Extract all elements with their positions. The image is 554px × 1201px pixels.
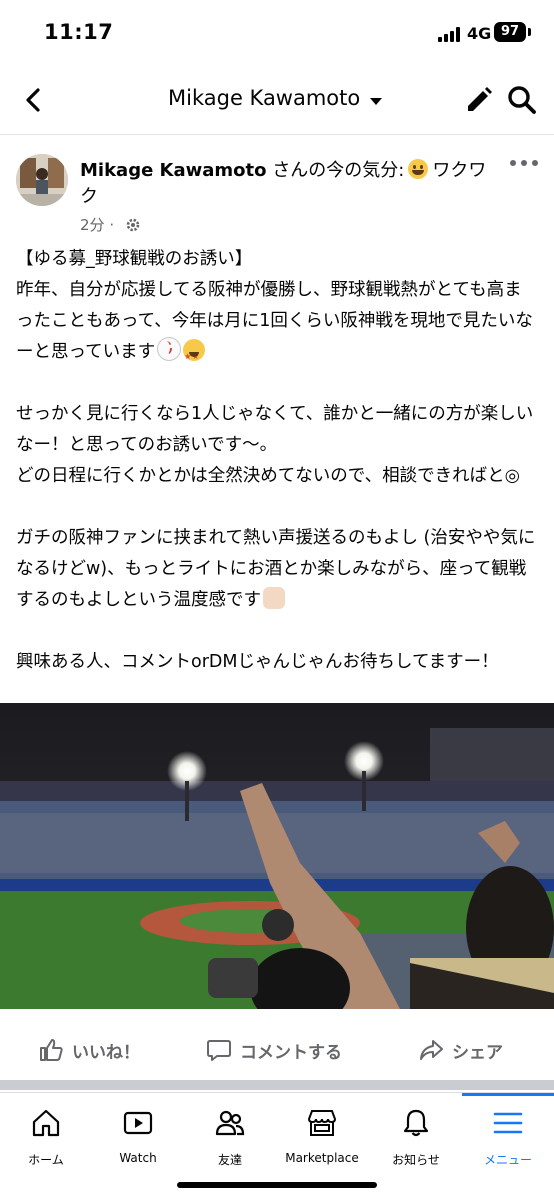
post-body: 【ゆる募_野球観戦のお誘い】 昨年、自分が応援してる阪神が優勝し、野球観戦熱がと… bbox=[16, 244, 538, 678]
grinning-face-icon bbox=[408, 159, 429, 179]
more-options-button[interactable] bbox=[510, 156, 540, 170]
post-text-paragraph: 興味ある人、コメントorDMじゃんじゃんお待ちしてますー！ bbox=[16, 652, 499, 672]
thumbs-up-icon bbox=[40, 1039, 63, 1061]
like-label: いいね！ bbox=[72, 1042, 140, 1063]
share-button[interactable]: シェア bbox=[418, 1020, 503, 1080]
chevron-left-icon bbox=[26, 88, 40, 112]
comment-icon bbox=[207, 1040, 231, 1061]
post-header: Mikage Kawamoto さんの今の気分: ワクワク 2分 · bbox=[0, 146, 554, 238]
author-line: Mikage Kawamoto さんの今の気分: ワクワク bbox=[80, 158, 490, 210]
status-bar: 11:17 4G 97 bbox=[0, 0, 554, 64]
post-photo[interactable] bbox=[0, 703, 554, 1009]
battery-tip bbox=[528, 28, 531, 36]
pencil-icon bbox=[468, 87, 492, 111]
tab-label: Watch bbox=[119, 1151, 157, 1165]
comment-button[interactable]: コメントする bbox=[206, 1020, 342, 1080]
tab-friends[interactable]: 友達 bbox=[184, 1093, 276, 1173]
author-name[interactable]: Mikage Kawamoto bbox=[80, 160, 267, 181]
back-button[interactable] bbox=[16, 82, 52, 118]
post-meta: 2分 · bbox=[80, 214, 141, 235]
tab-label: 友達 bbox=[217, 1153, 242, 1167]
tab-label: Marketplace bbox=[285, 1151, 359, 1165]
tab-marketplace[interactable]: Marketplace bbox=[276, 1093, 368, 1173]
search-button[interactable] bbox=[506, 84, 538, 116]
tab-label: メニュー bbox=[483, 1153, 532, 1167]
search-icon bbox=[508, 86, 536, 114]
friends-icon bbox=[215, 1110, 245, 1136]
feeling-prefix: さんの今の気分: bbox=[272, 160, 405, 181]
tab-menu[interactable]: メニュー bbox=[462, 1093, 554, 1173]
thumbs-up-icon bbox=[263, 587, 285, 609]
post-text-paragraph: せっかく見に行くなら1人じゃなくて、誰かと一緒にの方が楽しいなー！と思ってのお誘… bbox=[16, 404, 534, 455]
home-indicator[interactable] bbox=[177, 1182, 377, 1188]
network-type: 4G bbox=[467, 24, 492, 43]
tab-home[interactable]: ホーム bbox=[0, 1093, 92, 1173]
tab-label: ホーム bbox=[28, 1153, 64, 1167]
watch-icon bbox=[123, 1111, 153, 1135]
avatar[interactable] bbox=[16, 154, 68, 206]
gear-icon[interactable] bbox=[125, 217, 141, 233]
active-tab-indicator bbox=[462, 1093, 554, 1096]
battery-icon: 97 bbox=[494, 22, 526, 42]
post-action-bar: いいね！ コメントする シェア bbox=[0, 1020, 554, 1080]
bell-icon bbox=[403, 1109, 429, 1137]
section-divider bbox=[0, 1080, 554, 1090]
signal-icon bbox=[438, 26, 462, 42]
baseball-icon bbox=[157, 337, 182, 361]
post-text-heading: 【ゆる募_野球観戦のお誘い】 bbox=[16, 249, 253, 269]
home-icon bbox=[32, 1109, 60, 1137]
chevron-down-icon[interactable] bbox=[370, 98, 382, 105]
tab-watch[interactable]: Watch bbox=[92, 1093, 184, 1173]
share-label: シェア bbox=[452, 1042, 503, 1063]
app-header: Mikage Kawamoto bbox=[0, 64, 554, 135]
menu-icon bbox=[493, 1112, 523, 1134]
post-text-paragraph: 昨年、自分が応援してる阪神が優勝し、野球観戦熱がとても高まったこともあって、今年… bbox=[16, 280, 533, 362]
like-button[interactable]: いいね！ bbox=[38, 1020, 140, 1080]
tab-label: お知らせ bbox=[392, 1153, 440, 1167]
marketplace-icon bbox=[307, 1110, 337, 1136]
page-title[interactable]: Mikage Kawamoto bbox=[168, 86, 360, 110]
share-icon bbox=[420, 1040, 443, 1060]
post-time[interactable]: 2分 bbox=[80, 216, 105, 234]
tab-notifications[interactable]: お知らせ bbox=[370, 1093, 462, 1173]
edit-button[interactable] bbox=[463, 84, 495, 116]
post-text-paragraph: どの日程に行くかとかは全然決めてないので、相談できればと◎ bbox=[16, 466, 520, 486]
star-struck-icon bbox=[183, 339, 206, 372]
comment-label: コメントする bbox=[240, 1042, 342, 1063]
status-time: 11:17 bbox=[44, 20, 114, 44]
